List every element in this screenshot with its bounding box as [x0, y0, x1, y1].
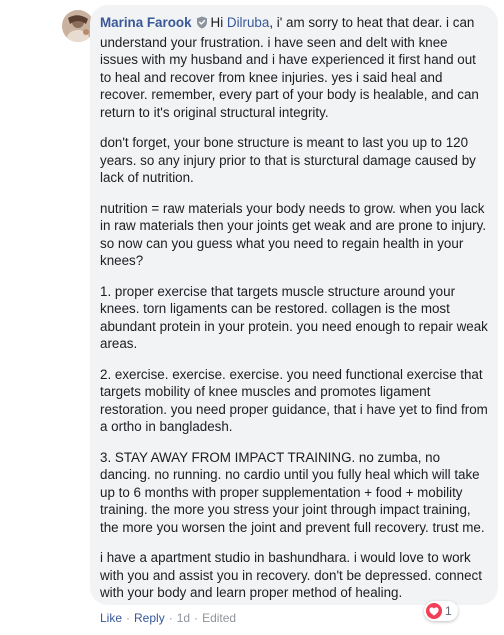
- reply-button[interactable]: Reply: [134, 611, 165, 625]
- comment-paragraph-1: Marina Farook Hi Dilruba, i' am sorry to …: [100, 14, 488, 121]
- comment-body: Marina Farook Hi Dilruba, i' am sorry to …: [100, 14, 488, 602]
- author-name[interactable]: Marina Farook: [100, 15, 192, 30]
- reaction-summary[interactable]: 1: [424, 601, 458, 621]
- comment-paragraph-5: 2. exercise. exercise. exercise. you nee…: [100, 366, 488, 435]
- heart-icon: [426, 603, 442, 619]
- separator: ·: [194, 611, 199, 625]
- comment-paragraph-3: nutrition = raw materials your body need…: [100, 200, 487, 269]
- timestamp[interactable]: 1d: [177, 611, 190, 625]
- separator: ·: [126, 611, 131, 625]
- comment-container: Marina Farook Hi Dilruba, i' am sorry to …: [0, 0, 504, 635]
- separator: ·: [168, 611, 173, 625]
- comment-paragraph-6: 3. STAY AWAY FROM IMPACT TRAINING. no zu…: [100, 449, 485, 535]
- reaction-count: 1: [445, 604, 452, 618]
- comment-paragraph-2: don't forget, your bone structure is mea…: [100, 135, 476, 185]
- like-button[interactable]: Like: [100, 611, 122, 625]
- greeting-text: Hi: [210, 15, 227, 30]
- edited-label[interactable]: Edited: [202, 611, 236, 625]
- mention-link[interactable]: Dilruba: [227, 15, 269, 30]
- comment-bubble: Marina Farook Hi Dilruba, i' am sorry to …: [90, 5, 498, 605]
- comment-actions: Like · Reply · 1d · Edited: [100, 611, 236, 625]
- comment-paragraph-7: i have a apartment studio in bashundhara…: [100, 550, 482, 600]
- shield-badge-icon: [196, 16, 208, 34]
- first-paragraph-text: , i' am sorry to heat that dear. i can u…: [100, 15, 479, 120]
- comment-paragraph-4: 1. proper exercise that targets muscle s…: [100, 283, 488, 352]
